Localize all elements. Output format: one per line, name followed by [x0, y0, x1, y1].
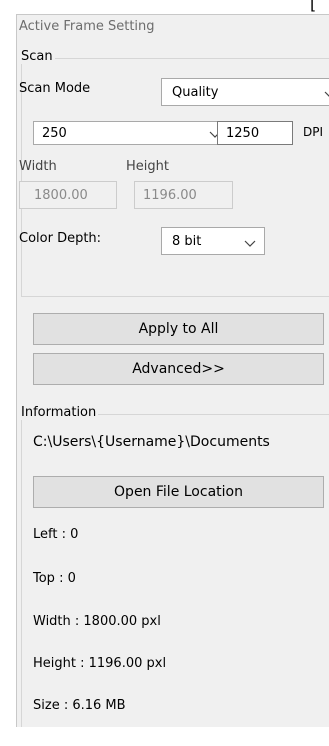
color-depth-dropdown[interactable]: 8 bit — [161, 227, 265, 255]
width-input[interactable]: 1800.00 — [19, 181, 117, 209]
resolution-value: 250 — [42, 126, 67, 141]
width-label: Width — [19, 159, 57, 174]
size-info: Size : 6.16 MB — [33, 698, 126, 713]
resolution-dropdown[interactable]: 250 — [33, 121, 227, 145]
advanced-button[interactable]: Advanced>> — [33, 353, 324, 385]
dpi-unit-label: DPI — [303, 125, 324, 139]
scan-group-legend: Scan — [19, 49, 55, 64]
partial-bracket-glyph: [ — [310, 0, 317, 13]
height-value: 1196.00 — [143, 188, 197, 203]
color-depth-value: 8 bit — [172, 234, 202, 249]
information-group-legend: Information — [19, 405, 99, 420]
apply-to-all-button[interactable]: Apply to All — [33, 313, 324, 345]
left-info: Left : 0 — [33, 527, 79, 542]
panel-title: Active Frame Setting — [19, 19, 155, 34]
scan-mode-value: Quality — [172, 85, 219, 100]
top-strip: [ — [0, 0, 329, 14]
height-input[interactable]: 1196.00 — [134, 181, 233, 209]
width-value: 1800.00 — [34, 188, 88, 203]
height-info: Height : 1196.00 pxl — [33, 656, 167, 671]
height-label: Height — [126, 159, 169, 174]
color-depth-label: Color Depth: — [19, 231, 102, 246]
chevron-down-icon[interactable] — [244, 237, 256, 249]
active-frame-setting-panel: Active Frame Setting Scan Scan Mode Qual… — [16, 14, 329, 727]
chevron-down-icon[interactable] — [324, 88, 329, 100]
dpi-input[interactable]: 1250 — [217, 121, 293, 145]
width-info: Width : 1800.00 pxl — [33, 614, 161, 629]
scan-mode-dropdown[interactable]: Quality — [161, 78, 329, 106]
open-file-location-button[interactable]: Open File Location — [33, 476, 324, 508]
dpi-value: 1250 — [226, 126, 260, 141]
top-info: Top : 0 — [33, 571, 76, 586]
file-path-text: C:\Users\{Username}\Documents — [33, 434, 270, 450]
scan-mode-label: Scan Mode — [19, 81, 91, 96]
